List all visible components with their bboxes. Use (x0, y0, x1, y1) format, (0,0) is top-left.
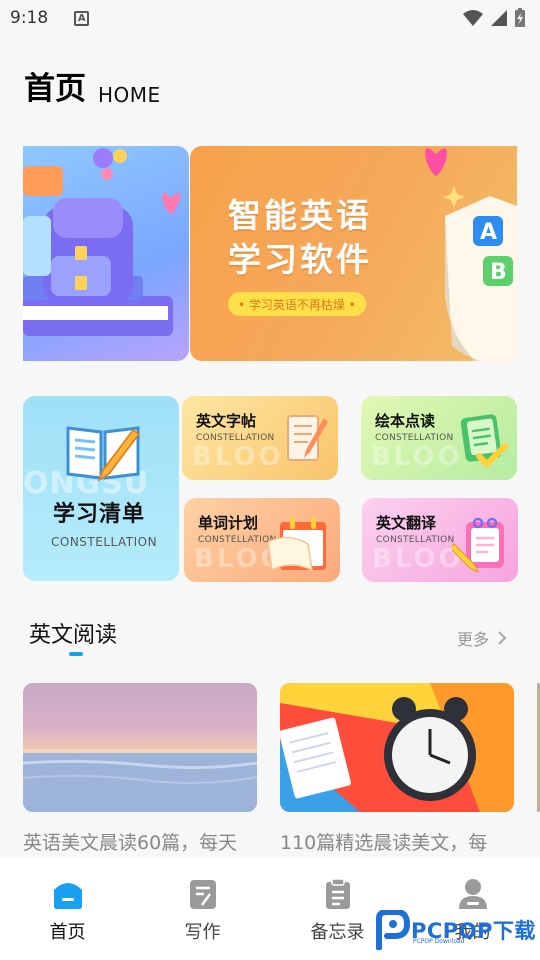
card-bg-word: BLOO (372, 544, 464, 574)
nav-label: 首页 (49, 922, 86, 943)
open-book-pencil-icon (66, 426, 141, 482)
checklist-icon (460, 414, 508, 467)
status-time: 9:18 (10, 8, 49, 28)
card-title: 英文翻译 (376, 514, 437, 532)
writing-icon (189, 880, 216, 909)
wifi-icon (463, 10, 483, 26)
article-title: 110篇精选晨读美文，每 (280, 832, 488, 854)
nav-writing[interactable]: 写作 (135, 858, 270, 960)
status-icons (462, 8, 526, 28)
card-subtitle: CONSTELLATION (375, 433, 454, 443)
card-subtitle: CONSTELLATION (51, 535, 158, 549)
article-card[interactable]: 110篇精选晨读美文，每 (280, 683, 514, 855)
notification-icon: A (74, 10, 90, 26)
clock-image (280, 683, 514, 812)
more-label: 更多 (457, 630, 490, 649)
sea-image (23, 749, 257, 812)
page-header: 首页 HOME (24, 70, 161, 108)
pcpop-logo-icon (376, 910, 411, 950)
card-title: 绘本点读 (375, 412, 436, 430)
scroll-quill-icon (287, 415, 328, 461)
memo-icon (325, 878, 350, 909)
card-title: 英文字帖 (196, 412, 257, 430)
card-subtitle: CONSTELLATION (198, 535, 277, 545)
banner-slide-current[interactable]: 智能英语学习软件 • 学习英语不再枯燥 • A B (190, 146, 517, 361)
section-indicator (69, 652, 83, 656)
nav-label: 备忘录 (310, 922, 365, 943)
nav-home[interactable]: 首页 (0, 858, 135, 960)
study-list-card[interactable]: ONGSU 学习清单 CONSTELLATION (23, 396, 179, 581)
nav-label: 写作 (184, 922, 221, 943)
translation-card[interactable]: BLOO 英文翻译 CONSTELLATION (362, 498, 518, 582)
article-title: 英语美文晨读60篇，每天 (23, 832, 238, 854)
battery-icon (515, 8, 525, 27)
home-icon (53, 883, 82, 909)
watermark: PCPOP下载 PCPOP Download (373, 910, 536, 950)
card-bg-word: BLOO (192, 442, 284, 472)
page-subtitle: HOME (98, 83, 161, 107)
article-thumbnail (23, 683, 257, 812)
profile-icon (458, 879, 487, 909)
calendar-icon (268, 517, 326, 572)
copybook-card[interactable]: BLOO 英文字帖 CONSTELLATION (182, 396, 338, 480)
section-title: 英文阅读 (29, 623, 118, 648)
chevron-right-icon (498, 631, 507, 645)
card-subtitle: CONSTELLATION (376, 535, 455, 545)
card-bg-word: BLOO (371, 442, 463, 472)
status-bar: 9:18 A (0, 0, 540, 36)
card-subtitle: CONSTELLATION (196, 433, 275, 443)
page-title: 首页 (24, 71, 86, 107)
svg-text:B: B (490, 260, 507, 285)
card-title: 单词计划 (198, 514, 259, 532)
article-thumbnail (280, 683, 514, 812)
watermark-subtext: PCPOP Download (413, 938, 465, 945)
clipboard-pencil-icon (452, 517, 504, 574)
signal-icon (491, 10, 507, 26)
picture-book-card[interactable]: BLOO 绘本点读 CONSTELLATION (361, 396, 517, 480)
more-link[interactable]: 更多 (457, 626, 507, 650)
article-card[interactable]: 英语美文晨读60篇，每天 (23, 683, 257, 855)
book-illustration: A B (425, 148, 517, 361)
word-plan-card[interactable]: BLOO 单词计划 CONSTELLATION (184, 498, 340, 582)
banner-slide-prev[interactable] (23, 146, 189, 361)
card-title: 学习清单 (53, 502, 146, 527)
backpack-illustration (23, 148, 180, 336)
svg-text:A: A (480, 220, 497, 245)
